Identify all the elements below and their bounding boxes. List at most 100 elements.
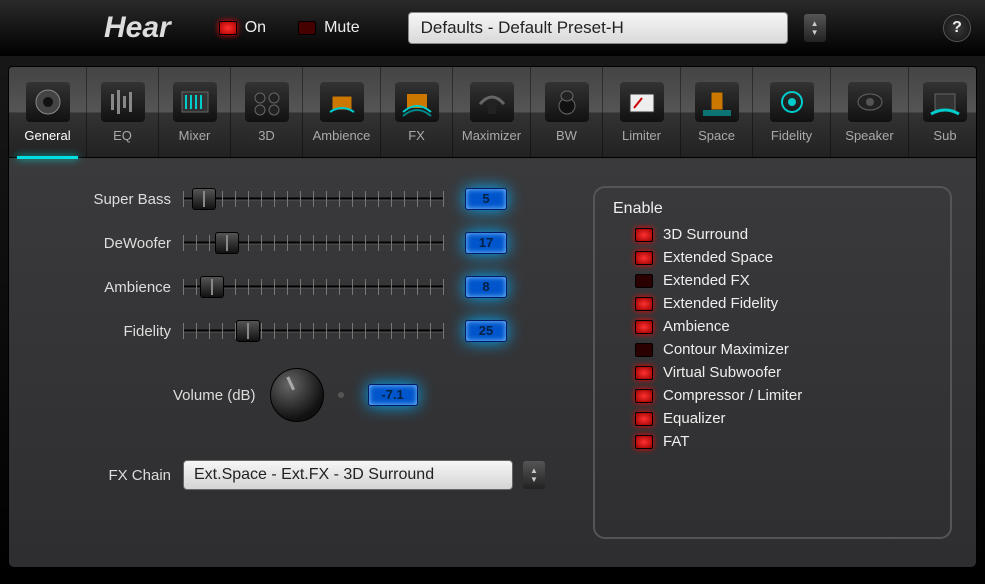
enable-panel: Enable 3D SurroundExtended SpaceExtended…	[593, 186, 952, 539]
slider-thumb[interactable]	[200, 276, 224, 298]
tab-space[interactable]: Space	[681, 67, 753, 157]
3d-icon	[245, 82, 289, 122]
tab-limiter[interactable]: Limiter	[603, 67, 681, 157]
enable-checkbox[interactable]	[635, 435, 653, 449]
tab-ambience[interactable]: Ambience	[303, 67, 381, 157]
enable-checkbox[interactable]	[635, 389, 653, 403]
preset-value: Defaults - Default Preset-H	[421, 18, 624, 38]
dot-icon	[338, 392, 344, 398]
general-icon	[26, 82, 70, 122]
tab-eq[interactable]: EQ	[87, 67, 159, 157]
fx-icon	[395, 82, 439, 122]
tab-label: BW	[556, 128, 577, 143]
enable-label: Compressor / Limiter	[663, 387, 802, 404]
slider-thumb[interactable]	[215, 232, 239, 254]
tab-label: Sub	[933, 128, 956, 143]
slider-thumb[interactable]	[236, 320, 260, 342]
dewoofer-slider[interactable]	[183, 230, 443, 256]
ambience-slider[interactable]	[183, 274, 443, 300]
mute-toggle[interactable]: Mute	[298, 19, 360, 37]
slider-label: Super Bass	[73, 191, 171, 208]
super-bass-slider[interactable]	[183, 186, 443, 212]
tab-label: FX	[408, 128, 425, 143]
mixer-icon	[173, 82, 217, 122]
tab-label: Ambience	[313, 128, 371, 143]
tab-3d[interactable]: 3D	[231, 67, 303, 157]
tab-bar: General EQ Mixer 3D Ambience FX Maximizer BW Lim…	[8, 66, 977, 158]
limiter-icon	[620, 82, 664, 122]
controls-column: Super Bass 5 DeWoofer 17 Ambience 8 Fide…	[33, 186, 583, 539]
enable-label: Ambience	[663, 318, 730, 335]
fidelity-slider[interactable]	[183, 318, 443, 344]
tab-fidelity[interactable]: Fidelity	[753, 67, 831, 157]
help-icon: ?	[952, 19, 962, 37]
speaker-icon	[848, 82, 892, 122]
enable-checkbox[interactable]	[635, 228, 653, 242]
help-button[interactable]: ?	[943, 14, 971, 42]
chevron-down-icon: ▼	[811, 28, 819, 37]
enable-checkbox[interactable]	[635, 251, 653, 265]
enable-item: Virtual Subwoofer	[635, 364, 932, 381]
enable-checkbox[interactable]	[635, 412, 653, 426]
enable-item: Extended FX	[635, 272, 932, 289]
enable-label: Extended Space	[663, 249, 773, 266]
enable-item: 3D Surround	[635, 226, 932, 243]
enable-checkbox[interactable]	[635, 274, 653, 288]
fxchain-select[interactable]: Ext.Space - Ext.FX - 3D Surround	[183, 460, 513, 490]
tab-general[interactable]: General	[9, 67, 87, 157]
slider-label: DeWoofer	[73, 235, 171, 252]
tab-fx[interactable]: FX	[381, 67, 453, 157]
on-label: On	[245, 19, 266, 37]
enable-item: Extended Space	[635, 249, 932, 266]
tab-label: 3D	[258, 128, 275, 143]
tab-label: Mixer	[179, 128, 211, 143]
enable-checkbox[interactable]	[635, 297, 653, 311]
enable-item: FAT	[635, 433, 932, 450]
titlebar: Hear On Mute Defaults - Default Preset-H…	[0, 0, 985, 56]
dewoofer-readout: 17	[465, 232, 507, 254]
fxchain-value: Ext.Space - Ext.FX - 3D Surround	[194, 466, 434, 484]
enable-item: Extended Fidelity	[635, 295, 932, 312]
preset-stepper[interactable]: ▲ ▼	[804, 14, 826, 42]
on-led-icon	[219, 21, 237, 35]
ambience-icon	[320, 82, 364, 122]
fxchain-row: FX Chain Ext.Space - Ext.FX - 3D Surroun…	[73, 460, 583, 490]
enable-item: Compressor / Limiter	[635, 387, 932, 404]
volume-row: Volume (dB) -7.1	[173, 368, 583, 422]
bw-icon	[545, 82, 589, 122]
tab-label: EQ	[113, 128, 132, 143]
tab-maximizer[interactable]: Maximizer	[453, 67, 531, 157]
preset-select[interactable]: Defaults - Default Preset-H	[408, 12, 788, 44]
slider-thumb[interactable]	[192, 188, 216, 210]
maximizer-icon	[470, 82, 514, 122]
enable-label: Contour Maximizer	[663, 341, 789, 358]
fxchain-label: FX Chain	[73, 467, 171, 484]
tab-bw[interactable]: BW	[531, 67, 603, 157]
enable-checkbox[interactable]	[635, 320, 653, 334]
on-toggle[interactable]: On	[219, 19, 266, 37]
enable-label: Extended Fidelity	[663, 295, 778, 312]
slider-label: Fidelity	[73, 323, 171, 340]
chevron-up-icon: ▲	[811, 19, 819, 28]
mute-led-icon	[298, 21, 316, 35]
enable-label: 3D Surround	[663, 226, 748, 243]
tab-speaker[interactable]: Speaker	[831, 67, 909, 157]
slider-ambience: Ambience 8	[73, 274, 583, 300]
app-title: Hear	[104, 11, 171, 45]
tab-mixer[interactable]: Mixer	[159, 67, 231, 157]
enable-label: FAT	[663, 433, 689, 450]
tab-label: Maximizer	[462, 128, 521, 143]
enable-list: 3D Surround Extended Space Extended FX Exte…	[613, 226, 932, 450]
tab-sub[interactable]: Sub	[909, 67, 981, 157]
tab-label: Fidelity	[771, 128, 812, 143]
enable-item: Equalizer	[635, 410, 932, 427]
enable-checkbox[interactable]	[635, 343, 653, 357]
enable-item: Contour Maximizer	[635, 341, 932, 358]
sub-icon	[923, 82, 967, 122]
eq-icon	[101, 82, 145, 122]
enable-checkbox[interactable]	[635, 366, 653, 380]
fidelity-icon	[770, 82, 814, 122]
enable-label: Equalizer	[663, 410, 726, 427]
volume-knob[interactable]	[270, 368, 324, 422]
fxchain-stepper[interactable]: ▲ ▼	[523, 461, 545, 489]
